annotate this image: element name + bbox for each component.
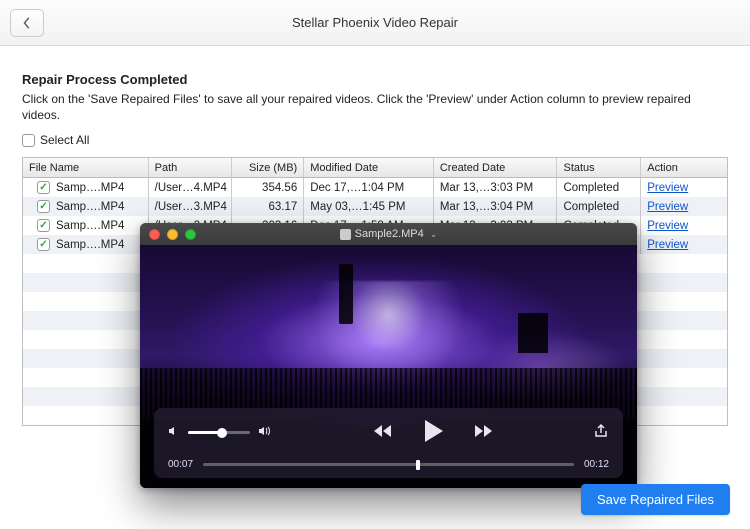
cell-status: Completed (557, 197, 641, 216)
back-button[interactable] (10, 9, 44, 37)
preview-link[interactable]: Preview (647, 201, 688, 213)
page-description: Click on the 'Save Repaired Files' to sa… (22, 91, 712, 123)
row-checkbox[interactable] (37, 181, 50, 194)
row-checkbox[interactable] (37, 219, 50, 232)
cell-size: 354.56 (232, 178, 304, 197)
col-created[interactable]: Created Date (434, 158, 558, 177)
cell-modified: May 03,…1:45 PM (304, 197, 434, 216)
volume-control[interactable] (168, 425, 272, 440)
col-path[interactable]: Path (149, 158, 233, 177)
duration-time: 00:12 (584, 459, 609, 470)
player-title[interactable]: Sample2.MP4 (140, 228, 637, 240)
speaker-high-icon (258, 425, 272, 440)
volume-slider[interactable] (188, 431, 250, 434)
table-row[interactable]: Samp….MP4/User…3.MP463.17May 03,…1:45 PM… (23, 197, 727, 216)
cell-status: Completed (557, 178, 641, 197)
cell-created: Mar 13,…3:04 PM (434, 197, 558, 216)
preview-link[interactable]: Preview (647, 220, 688, 232)
cell-created: Mar 13,…3:03 PM (434, 178, 558, 197)
col-filename[interactable]: File Name (23, 158, 149, 177)
cell-filename: Samp….MP4 (56, 201, 124, 213)
save-repaired-files-button[interactable]: Save Repaired Files (581, 484, 730, 515)
scrubber[interactable] (203, 463, 574, 466)
table-row[interactable]: Samp….MP4/User…4.MP4354.56Dec 17,…1:04 P… (23, 178, 727, 197)
cell-modified: Dec 17,…1:04 PM (304, 178, 434, 197)
col-size[interactable]: Size (MB) (232, 158, 304, 177)
cell-size: 63.17 (232, 197, 304, 216)
elapsed-time: 00:07 (168, 459, 193, 470)
video-frame: 00:07 00:12 (140, 245, 637, 488)
share-button[interactable] (593, 423, 609, 442)
preview-link[interactable]: Preview (647, 239, 688, 251)
chevron-left-icon (22, 17, 32, 29)
cell-filename: Samp….MP4 (56, 220, 124, 232)
file-icon (340, 229, 351, 240)
player-title-text: Sample2.MP4 (355, 228, 424, 240)
play-button[interactable] (421, 418, 445, 447)
col-status[interactable]: Status (557, 158, 641, 177)
speaker-low-icon (168, 425, 180, 440)
col-action[interactable]: Action (641, 158, 727, 177)
preview-player-window[interactable]: Sample2.MP4 00:07 (140, 223, 637, 488)
preview-link[interactable]: Preview (647, 182, 688, 194)
row-checkbox[interactable] (37, 238, 50, 251)
cell-path: /User…3.MP4 (149, 197, 233, 216)
select-all-label: Select All (40, 133, 89, 147)
window-titlebar: Stellar Phoenix Video Repair i ? (0, 0, 750, 46)
select-all-checkbox[interactable] (22, 134, 35, 147)
cell-filename: Samp….MP4 (56, 239, 124, 251)
row-checkbox[interactable] (37, 200, 50, 213)
player-titlebar[interactable]: Sample2.MP4 (140, 223, 637, 245)
forward-button[interactable] (471, 422, 493, 443)
rewind-button[interactable] (373, 422, 395, 443)
player-controls: 00:07 00:12 (154, 408, 623, 478)
table-header: File Name Path Size (MB) Modified Date C… (23, 158, 727, 178)
col-modified[interactable]: Modified Date (304, 158, 434, 177)
cell-filename: Samp….MP4 (56, 182, 124, 194)
page-heading: Repair Process Completed (22, 72, 732, 87)
cell-path: /User…4.MP4 (149, 178, 233, 197)
